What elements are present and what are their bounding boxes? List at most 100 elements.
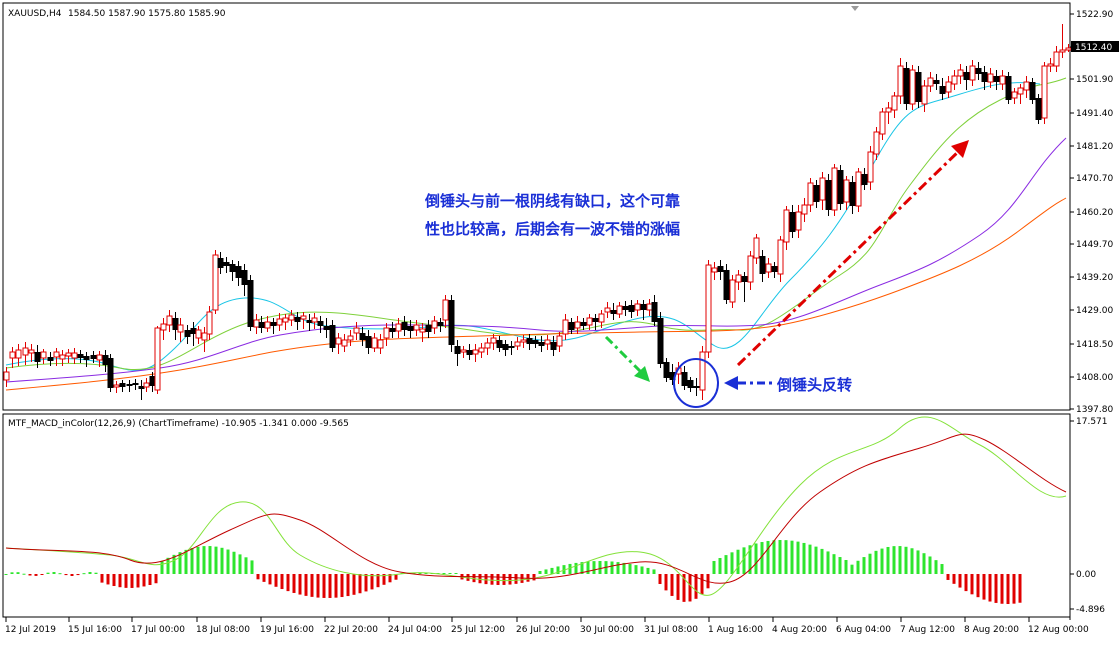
trading-chart[interactable]: 1522.90 1512.40 1501.90 1491.40 1481.20 1470.…: [0, 0, 1119, 640]
candle-body: [212, 254, 219, 311]
candle-body: [3, 371, 10, 381]
histogram-bar: [190, 548, 194, 574]
candle: [431, 316, 438, 334]
candle: [969, 60, 976, 86]
histogram-bar: [22, 573, 26, 575]
histogram-bar: [208, 546, 212, 574]
candle-body: [177, 324, 184, 333]
candle-body: [365, 336, 372, 348]
candle: [705, 260, 712, 358]
histogram-bar: [268, 574, 272, 585]
histogram-bar: [370, 574, 374, 590]
chart-svg[interactable]: 1522.90 1512.40 1501.90 1491.40 1481.20 1470.…: [0, 0, 1119, 640]
candle-body: [65, 352, 72, 357]
candle-body: [963, 72, 970, 80]
candle: [235, 261, 242, 286]
histogram-bar: [274, 574, 278, 587]
candle: [484, 338, 491, 355]
candle: [490, 334, 497, 350]
candle-body: [544, 339, 551, 345]
candle-body: [622, 306, 629, 310]
candle-body: [270, 322, 277, 326]
candle-body: [1035, 98, 1042, 120]
candle-body: [28, 349, 35, 354]
candle-body: [282, 317, 289, 323]
candle: [711, 262, 718, 280]
histogram-bar: [34, 574, 38, 576]
histogram-bar: [106, 574, 110, 585]
candle-body: [201, 332, 208, 341]
candle-body: [975, 68, 982, 74]
histogram-bar: [112, 574, 116, 587]
histogram-bar: [448, 573, 452, 574]
candle-body: [1011, 91, 1018, 99]
candle-body: [909, 69, 916, 105]
candle: [502, 340, 509, 356]
candle-body: [247, 280, 254, 327]
histogram-bar: [676, 574, 680, 600]
histogram-bar: [916, 550, 920, 574]
histogram-bar: [952, 574, 956, 584]
candle: [371, 333, 378, 352]
candle: [1017, 84, 1024, 104]
blue-arrow-head: [724, 376, 738, 390]
candle-body: [939, 86, 946, 94]
candle-body: [723, 270, 730, 300]
price-tick-label: 1481.20: [1076, 142, 1113, 152]
candle: [201, 327, 208, 352]
histogram-bar: [70, 574, 74, 576]
histogram-bar: [976, 574, 980, 598]
candle-body: [1059, 49, 1066, 53]
candle: [939, 78, 946, 100]
candle-body: [478, 347, 485, 353]
candle: [270, 318, 277, 334]
candle-body: [807, 182, 814, 206]
candle: [897, 58, 904, 104]
candle-body: [276, 318, 283, 326]
candle-body: [160, 323, 167, 331]
candle: [628, 300, 635, 318]
candle-body: [472, 349, 479, 355]
candle-body: [801, 204, 808, 215]
histogram-bar: [334, 574, 338, 598]
candle-body: [628, 305, 635, 312]
histogram-bar: [628, 563, 632, 574]
histogram-bar: [28, 574, 32, 576]
histogram-bar: [898, 546, 902, 574]
candle-body: [154, 327, 161, 391]
candle: [693, 378, 700, 396]
indicator-tick-label: 17.571: [1076, 417, 1108, 427]
candle-body: [969, 65, 976, 81]
candle: [377, 334, 384, 354]
histogram-bar: [790, 540, 794, 574]
histogram-bar: [532, 574, 536, 581]
candle-body: [53, 351, 60, 358]
candle-body: [568, 322, 575, 330]
candle-body: [1029, 82, 1036, 100]
candle: [195, 326, 202, 344]
histogram-bar: [586, 561, 590, 574]
candle: [753, 234, 760, 264]
candle: [466, 344, 473, 360]
candle-body: [657, 318, 664, 364]
candle-body: [353, 327, 360, 334]
candle: [801, 198, 808, 222]
candle: [347, 330, 354, 346]
histogram-bar: [280, 574, 284, 590]
candle: [65, 349, 72, 363]
histogram-bar: [904, 546, 908, 574]
histogram-bar: [928, 556, 932, 574]
time-tick-label: 12 Jul 2019: [5, 625, 56, 635]
candle-body: [651, 302, 658, 322]
candle-body: [921, 85, 928, 105]
candle-body: [693, 386, 700, 388]
candle: [550, 336, 557, 356]
candle-body: [903, 68, 910, 104]
candle-body: [759, 256, 766, 274]
histogram-bar: [502, 574, 506, 585]
price-tick-label: 1460.20: [1076, 208, 1113, 218]
candle: [1011, 88, 1018, 104]
histogram-bar: [52, 572, 56, 574]
chart-shift-marker[interactable]: [851, 6, 859, 11]
annotation-line-2: 性也比较高，后期会有一波不错的涨幅: [425, 220, 681, 238]
